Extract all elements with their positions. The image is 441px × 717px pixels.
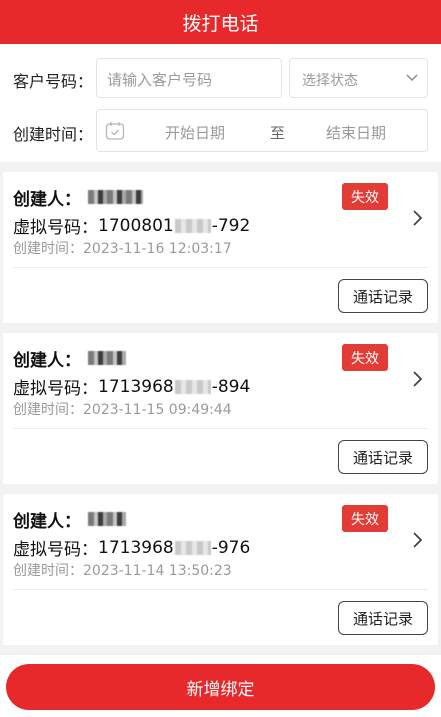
- creator-name-redacted: [88, 351, 126, 365]
- customer-number-placeholder: 请输入客户号码: [107, 71, 213, 89]
- chevron-down-icon: [406, 74, 418, 81]
- binding-card[interactable]: 创建人： 失效 虚拟号码： 1713968 -894 创建时间：2023-11-…: [3, 333, 438, 484]
- page-title: 拨打电话: [182, 12, 259, 35]
- call-log-button[interactable]: 通话记录: [338, 601, 428, 635]
- virtual-number-prefix: 1713968: [98, 376, 174, 397]
- creator-label: 创建人：: [13, 351, 81, 371]
- date-range-picker[interactable]: 开始日期 至 结束日期: [96, 109, 428, 152]
- virtual-number-prefix: 1700801: [98, 215, 174, 236]
- end-date-input[interactable]: 结束日期: [326, 122, 386, 143]
- binding-card[interactable]: 创建人： 失效 虚拟号码： 1713968 -976 创建时间：2023-11-…: [3, 494, 438, 645]
- card-divider: [13, 428, 428, 429]
- created-time: 创建时间：2023-11-14 13:50:23: [13, 563, 232, 579]
- virtual-number-redacted: [174, 218, 211, 233]
- range-separator: 至: [270, 124, 286, 142]
- creator-name-redacted: [88, 512, 126, 526]
- status-badge: 失效: [342, 344, 388, 371]
- creator-label: 创建人：: [13, 512, 81, 532]
- card-divider: [13, 589, 428, 590]
- filter-panel: 客户号码： 请输入客户号码 选择状态 创建时间： 开始日期 至 结束日期: [0, 44, 441, 162]
- start-date-input[interactable]: 开始日期: [165, 122, 225, 143]
- call-log-button[interactable]: 通话记录: [338, 440, 428, 474]
- chevron-right-icon[interactable]: [408, 530, 428, 550]
- virtual-number: 虚拟号码： 1700801 -792: [13, 213, 251, 239]
- call-log-button[interactable]: 通话记录: [338, 279, 428, 313]
- virtual-number: 虚拟号码： 1713968 -976: [13, 535, 251, 561]
- calendar-icon: [105, 122, 125, 140]
- chevron-right-icon[interactable]: [408, 369, 428, 389]
- virtual-number-label: 虚拟号码：: [13, 540, 98, 560]
- virtual-number-suffix: -976: [211, 537, 251, 558]
- virtual-number-redacted: [174, 540, 211, 555]
- status-select[interactable]: 选择状态: [289, 58, 428, 98]
- created-time: 创建时间：2023-11-16 12:03:17: [13, 241, 232, 257]
- bottom-bar: 新增绑定: [0, 655, 441, 717]
- customer-number-input[interactable]: 请输入客户号码: [96, 58, 282, 98]
- virtual-number: 虚拟号码： 1713968 -894: [13, 374, 251, 400]
- customer-number-label: 客户号码：: [13, 72, 94, 91]
- creator-label: 创建人：: [13, 190, 81, 210]
- virtual-number-suffix: -894: [211, 376, 251, 397]
- creator-name-redacted: [88, 190, 143, 204]
- header-bar: 拨打电话: [0, 0, 441, 44]
- chevron-right-icon[interactable]: [408, 208, 428, 228]
- card-divider: [13, 267, 428, 268]
- virtual-number-suffix: -792: [211, 215, 251, 236]
- virtual-number-label: 虚拟号码：: [13, 218, 98, 238]
- status-badge: 失效: [342, 505, 388, 532]
- add-binding-button[interactable]: 新增绑定: [6, 664, 435, 710]
- virtual-number-label: 虚拟号码：: [13, 379, 98, 399]
- virtual-number-prefix: 1713968: [98, 537, 174, 558]
- virtual-number-redacted: [174, 379, 211, 394]
- create-time-label: 创建时间：: [13, 125, 94, 144]
- binding-card[interactable]: 创建人： 失效 虚拟号码： 1700801 -792 创建时间：2023-11-…: [3, 172, 438, 323]
- created-time: 创建时间：2023-11-15 09:49:44: [13, 402, 232, 418]
- status-badge: 失效: [342, 183, 388, 210]
- status-select-placeholder: 选择状态: [302, 73, 358, 89]
